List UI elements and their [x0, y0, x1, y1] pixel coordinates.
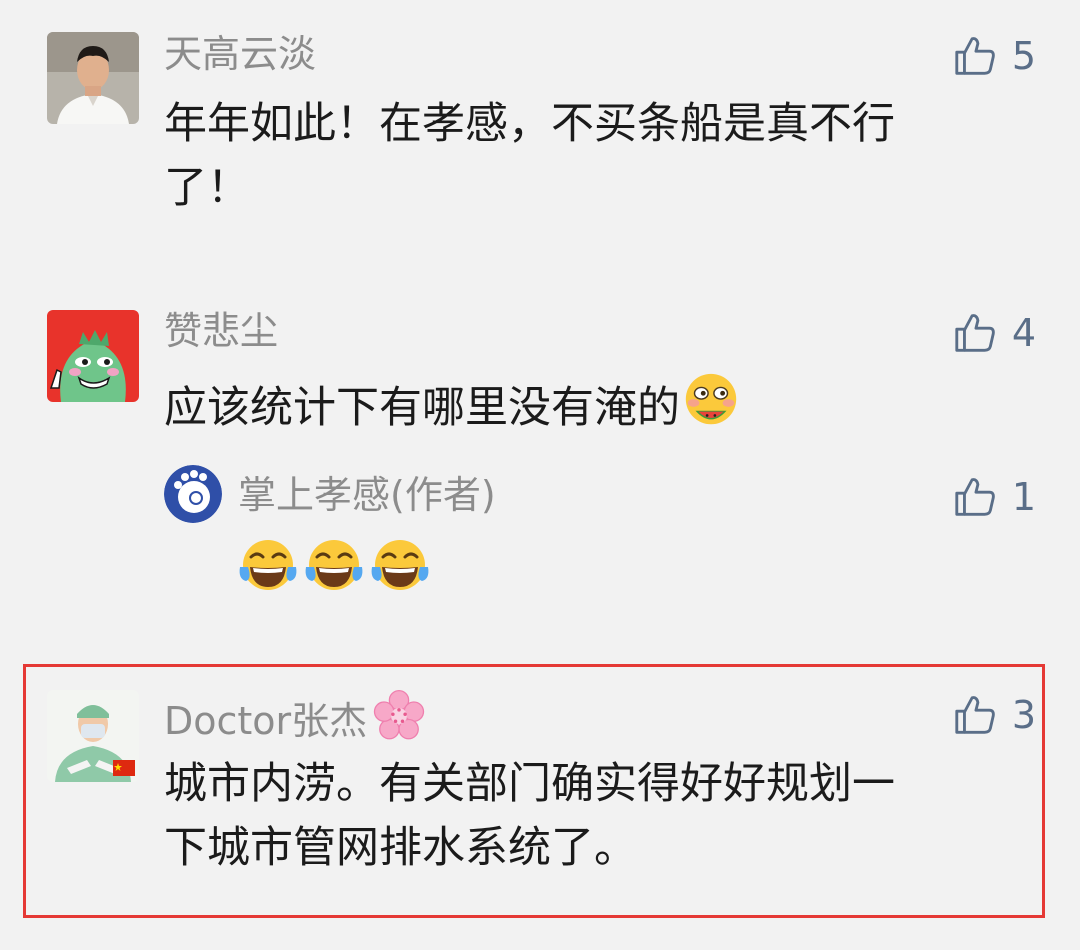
avatar[interactable]	[47, 690, 139, 782]
comment-text: 城市内涝。有关部门确实得好好规划一 下城市管网排水系统了。	[164, 752, 1004, 880]
thumbs-up-icon	[955, 696, 995, 734]
comment-text-line: 下城市管网排水系统了。	[164, 823, 637, 873]
comment-text-line: 城市内涝。有关部门确实得好好规划一	[164, 759, 895, 809]
comment-3: Doctor张杰 3 城市内涝。有关部门确实得好好规划一 下城市管网排水系统了。	[0, 0, 1080, 950]
nickname-text: Doctor张杰	[164, 699, 368, 743]
cherry-blossom-emoji	[374, 689, 425, 740]
like-button[interactable]: 3	[952, 690, 1036, 740]
doctor-in-scrubs-avatar	[47, 690, 139, 782]
nickname[interactable]: Doctor张杰	[164, 688, 427, 746]
like-count: 3	[1011, 693, 1036, 737]
